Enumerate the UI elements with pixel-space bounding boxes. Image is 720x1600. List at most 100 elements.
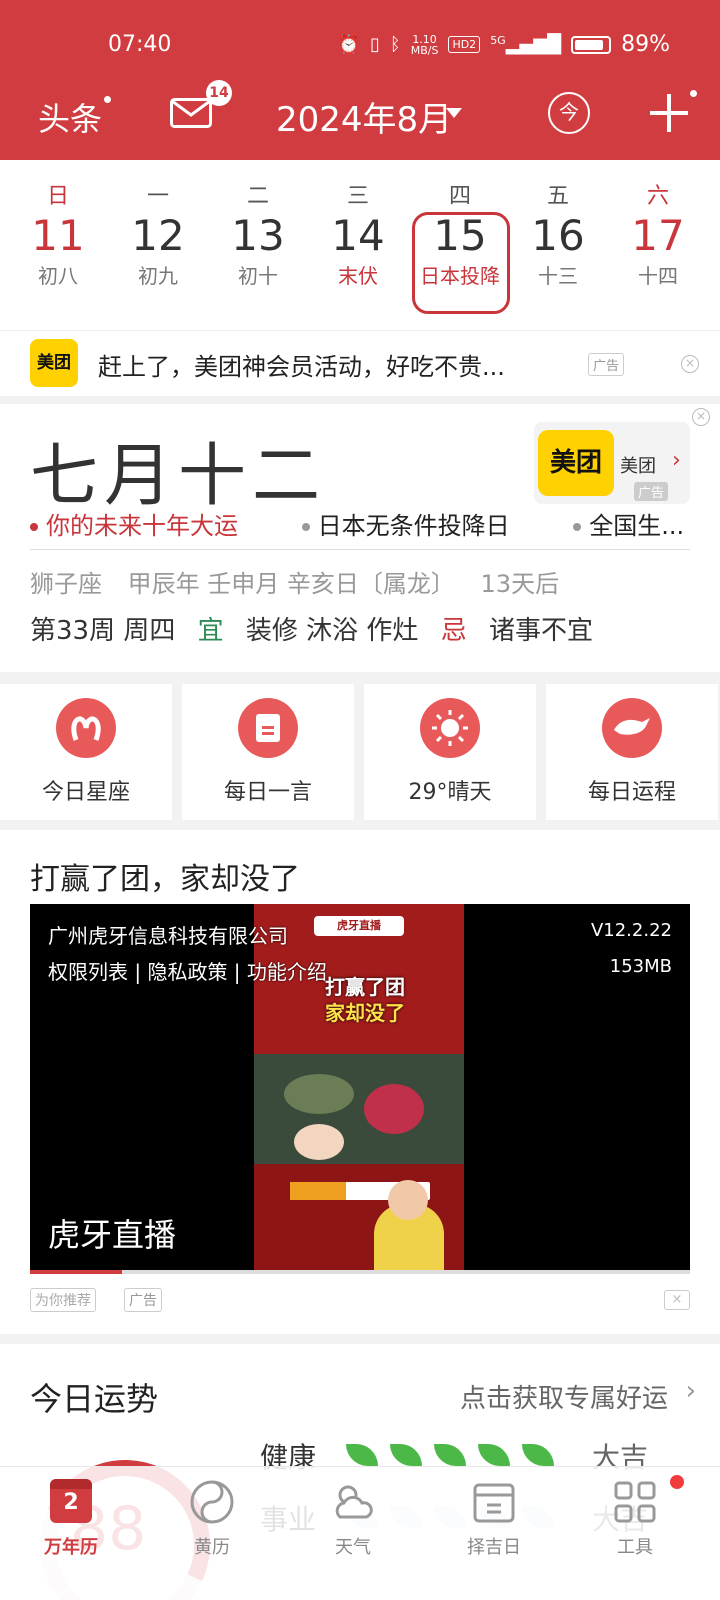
headlines-dot: [104, 96, 111, 103]
rating-leaves: [346, 1444, 554, 1466]
shortcut-fortune[interactable]: 每日运程: [546, 684, 718, 820]
banner-ad-text: 赶上了，美团神会员活动，好吃不贵...: [98, 353, 505, 381]
net-speed: 1.10 MB/S: [410, 32, 439, 57]
day-of-week: 二: [246, 184, 269, 209]
today-button[interactable]: 今: [548, 92, 590, 134]
day-cell[interactable]: 一 12 初九: [108, 178, 208, 289]
month-picker[interactable]: 2024年8月: [276, 92, 452, 141]
countdown: 13天后: [480, 570, 560, 598]
shortcut-weather[interactable]: 29°晴天: [364, 684, 536, 820]
day-cell[interactable]: 日 11 初八: [8, 178, 108, 289]
leaf-icon: [390, 1444, 422, 1466]
mail-icon[interactable]: [170, 98, 212, 128]
event-tag[interactable]: 你的未来十年大运: [30, 512, 266, 540]
day-cell[interactable]: 五 16 十三: [508, 178, 608, 289]
event-tag[interactable]: 全国生...: [573, 512, 690, 540]
nav-almanac[interactable]: 黄历: [157, 1479, 267, 1559]
day-lunar: 初九: [138, 264, 178, 288]
yi-ji-line: 第33周 周四 宜 装修 沐浴 作灶 忌 诸事不宜: [30, 610, 607, 647]
status-time: 07:40: [108, 32, 172, 57]
headlines-button[interactable]: 头条: [38, 94, 102, 140]
vibrate-icon: ▯: [369, 34, 380, 55]
shortcut-label: 今日星座: [41, 780, 130, 805]
battery-icon: [571, 35, 612, 54]
yin-yang-icon: [189, 1479, 235, 1525]
day-of-week: 一: [146, 184, 169, 209]
banner-ad[interactable]: 美团 赶上了，美团神会员活动，好吃不贵... 广告 ×: [0, 330, 720, 396]
fortune-link[interactable]: 点击获取专属好运: [460, 1378, 668, 1415]
lunar-date: 七月十二: [30, 437, 327, 516]
nav-lucky-day[interactable]: 择吉日: [439, 1479, 549, 1559]
day-number: 16: [531, 211, 585, 260]
calendar-day: 2: [50, 1479, 92, 1523]
day-number: 12: [131, 211, 185, 260]
day-of-week: 五: [546, 184, 569, 209]
day-lunar: 末伏: [338, 264, 378, 288]
leaf-icon: [346, 1444, 378, 1466]
signal-icon: 5G▂▄▆█: [490, 34, 562, 55]
lucky-calendar-icon: [471, 1479, 517, 1525]
calendar-icon: 2: [48, 1479, 94, 1525]
feed-title[interactable]: 打赢了团，家却没了: [30, 854, 300, 898]
shortcut-label: 每日一言: [223, 780, 312, 805]
ad-tag: 广告: [124, 1288, 162, 1312]
sun-icon: [420, 698, 480, 758]
day-cell[interactable]: 六 17 十四: [608, 178, 708, 289]
app-size: 153MB: [609, 956, 672, 977]
shortcut-daily-quote[interactable]: 每日一言: [182, 684, 354, 820]
leaf-icon: [478, 1444, 510, 1466]
company-name: 广州虎牙信息科技有限公司: [48, 924, 288, 948]
game-scene: [254, 1054, 464, 1164]
battery-percent: 89%: [621, 32, 670, 57]
day-number: 14: [331, 211, 385, 260]
day-lunar: 十三: [538, 264, 578, 288]
day-cell-selected[interactable]: 四 15 日本投降: [410, 178, 510, 289]
nav-tools[interactable]: 工具: [580, 1475, 690, 1559]
ganzhi-line: 狮子座 甲辰年 壬申月 辛亥日〔属龙〕 13天后: [30, 564, 577, 599]
add-icon[interactable]: [650, 94, 688, 132]
dragon-icon: [602, 698, 662, 758]
chevron-right-icon: ›: [672, 448, 681, 473]
notification-dot: [670, 1475, 684, 1489]
scene-blob: [284, 1074, 354, 1114]
bottom-nav: 2 万年历 黄历 天气 择吉日 工具: [0, 1466, 720, 1600]
nav-weather[interactable]: 天气: [298, 1479, 408, 1559]
nav-label: 天气: [335, 1537, 371, 1558]
meituan-logo: 美团: [538, 430, 614, 496]
video-player[interactable]: 虎牙直播 打赢了团 家却没了 广州虎牙信息科技有限公司 权限列表 | 隐私政策 |…: [30, 904, 690, 1270]
chevron-right-icon[interactable]: ›: [686, 1376, 696, 1406]
ganzhi: 甲辰年 壬申月 辛亥日〔属龙〕: [127, 570, 455, 598]
alarm-icon: ⏰: [337, 34, 360, 55]
policy-links[interactable]: 权限列表 | 隐私政策 | 功能介绍: [48, 956, 327, 985]
shortcut-horoscope[interactable]: 今日星座: [0, 684, 172, 820]
grid-icon: [612, 1475, 684, 1525]
day-cell[interactable]: 三 14 末伏: [308, 178, 408, 289]
scene-blob: [294, 1124, 344, 1160]
status-bar: 07:40 ⏰ ▯ ᛒ 1.10 MB/S HD2 5G▂▄▆█ 89%: [0, 32, 720, 62]
yi-items: 装修 沐浴 作灶: [245, 616, 419, 646]
meituan-ad-box[interactable]: 美团 美团 › 广告: [534, 422, 690, 504]
day-of-week: 日: [46, 184, 69, 209]
video-progress[interactable]: [30, 1270, 690, 1274]
close-icon[interactable]: ×: [664, 1290, 690, 1310]
close-icon[interactable]: ×: [692, 408, 710, 426]
event-tag[interactable]: 日本无条件投降日: [301, 512, 538, 540]
ji-items: 诸事不宜: [488, 616, 593, 646]
zodiac-sign: 狮子座: [30, 570, 102, 598]
leaf-icon: [434, 1444, 466, 1466]
shortcut-label: 29°晴天: [408, 780, 492, 805]
feed-ad-card: 打赢了团，家却没了 虎牙直播 打赢了团 家却没了 广州虎牙信息科技有限公司 权限列…: [0, 830, 720, 1334]
day-cell[interactable]: 二 13 初十: [208, 178, 308, 289]
close-icon[interactable]: ×: [681, 355, 699, 373]
day-of-week: 三: [346, 184, 369, 209]
note-icon: [238, 698, 298, 758]
lunar-info-card: 七月十二 美团 美团 › 广告 × 你的未来十年大运 日本无条件投降日 全国生.…: [0, 404, 720, 672]
chevron-down-icon[interactable]: [446, 108, 462, 118]
cloud-sun-icon: [330, 1479, 376, 1525]
top-toolbar: 头条 14 2024年8月 今: [0, 80, 720, 144]
nav-calendar[interactable]: 2 万年历: [16, 1479, 126, 1559]
scene-blob: [364, 1084, 424, 1134]
person-head: [388, 1180, 428, 1220]
mail-badge: 14: [206, 80, 232, 106]
day-number: 11: [31, 211, 85, 260]
